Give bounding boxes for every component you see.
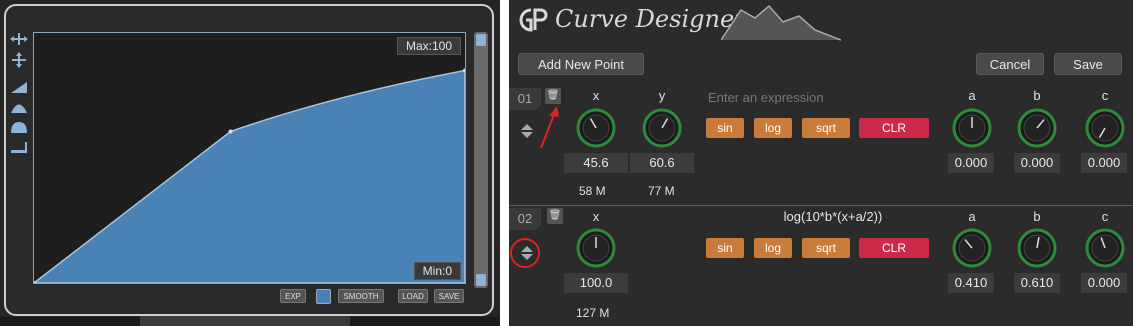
a-value[interactable]: 0.410 — [948, 273, 994, 293]
y-knob[interactable] — [642, 108, 682, 148]
b-value[interactable]: 0.000 — [1014, 153, 1060, 173]
y-sub-value: 77 M — [648, 184, 675, 198]
expression-input[interactable] — [708, 88, 958, 106]
delete-point-icon[interactable]: 🗑 — [545, 88, 561, 104]
arc-icon[interactable] — [10, 100, 28, 114]
save-curve-button[interactable]: SAVE — [434, 289, 464, 303]
c-value[interactable]: 0.000 — [1081, 273, 1127, 293]
c-label: c — [1101, 209, 1109, 224]
b-knob[interactable] — [1017, 108, 1057, 148]
b-label: b — [1033, 209, 1041, 224]
y-value[interactable]: 60.6 — [630, 153, 694, 173]
move-down-icon[interactable] — [521, 132, 533, 138]
c-knob[interactable] — [1085, 228, 1125, 268]
double-arc-icon[interactable] — [10, 120, 28, 134]
x-sub-value: 58 M — [579, 184, 606, 198]
c-knob[interactable] — [1085, 108, 1125, 148]
load-button[interactable]: LOAD — [398, 289, 428, 303]
x-knob[interactable] — [576, 108, 616, 148]
a-value[interactable]: 0.000 — [948, 153, 994, 173]
sqrt-button[interactable]: sqrt — [802, 238, 850, 258]
x-label: x — [592, 209, 600, 224]
annotation-arrow-icon — [540, 106, 559, 149]
x-value[interactable]: 100.0 — [564, 273, 628, 293]
gp-logo — [517, 6, 549, 34]
exp-button[interactable]: EXP — [280, 289, 306, 303]
reorder-arrows[interactable] — [520, 122, 534, 140]
y-label: y — [658, 88, 666, 103]
b-knob[interactable] — [1017, 228, 1057, 268]
move-up-icon[interactable] — [521, 124, 533, 130]
log-button[interactable]: log — [754, 118, 792, 138]
smooth-button[interactable]: SMOOTH — [338, 289, 384, 303]
ramp-icon[interactable] — [10, 80, 28, 94]
step-ramp-icon[interactable] — [10, 140, 28, 154]
x-label: x — [592, 88, 600, 103]
curve-point[interactable] — [228, 129, 233, 134]
cancel-button[interactable]: Cancel — [976, 53, 1044, 75]
b-label: b — [1033, 88, 1041, 103]
curve-graph[interactable]: Max:100 Min:0 — [33, 32, 466, 284]
a-label: a — [968, 209, 976, 224]
annotation-circle — [510, 238, 540, 268]
curve-plot[interactable] — [34, 33, 465, 283]
a-label: a — [968, 88, 976, 103]
panel-notch — [140, 315, 350, 326]
save-button[interactable]: Save — [1054, 53, 1122, 75]
point-row: 02 🗑 x log(10*b*(x+a/2)) sin log sqrt CL… — [509, 205, 1133, 326]
scroll-max-handle[interactable] — [476, 34, 486, 46]
curve-designer-panel: Curve Designer Add New Point Cancel Save… — [509, 0, 1133, 326]
vertical-scrollbar[interactable] — [474, 32, 488, 288]
clear-button[interactable]: CLR — [859, 238, 929, 258]
max-label: Max:100 — [396, 37, 461, 55]
app-title: Curve Designer — [555, 5, 746, 33]
b-value[interactable]: 0.610 — [1014, 273, 1060, 293]
sin-button[interactable]: sin — [706, 118, 744, 138]
mountain-logo-icon — [721, 4, 841, 41]
clear-button[interactable]: CLR — [859, 118, 929, 138]
sin-button[interactable]: sin — [706, 238, 744, 258]
log-button[interactable]: log — [754, 238, 792, 258]
add-new-point-button[interactable]: Add New Point — [518, 53, 644, 75]
curve-area — [34, 69, 465, 283]
a-knob[interactable] — [952, 228, 992, 268]
c-label: c — [1101, 88, 1109, 103]
x-value[interactable]: 45.6 — [564, 153, 628, 173]
c-value[interactable]: 0.000 — [1081, 153, 1127, 173]
min-label: Min:0 — [413, 262, 461, 280]
horizontal-expand-icon[interactable] — [10, 32, 28, 46]
point-row: 01 🗑 x y sin log sqrt CLR a b c 45.6 60.… — [509, 86, 1133, 204]
x-knob[interactable] — [576, 228, 616, 268]
curve-view-panel: Max:100 Min:0 EXP SMOOTH LOAD SAVE — [0, 0, 500, 326]
mode-toggle[interactable] — [316, 289, 331, 304]
vertical-expand-icon[interactable] — [10, 52, 28, 68]
x-sub-value: 127 M — [576, 306, 610, 320]
a-knob[interactable] — [952, 108, 992, 148]
expression-text[interactable]: log(10*b*(x+a/2)) — [708, 209, 958, 224]
sqrt-button[interactable]: sqrt — [802, 118, 850, 138]
scroll-min-handle[interactable] — [476, 274, 486, 286]
delete-point-icon[interactable]: 🗑 — [547, 208, 563, 224]
row-number: 02 — [509, 208, 541, 230]
